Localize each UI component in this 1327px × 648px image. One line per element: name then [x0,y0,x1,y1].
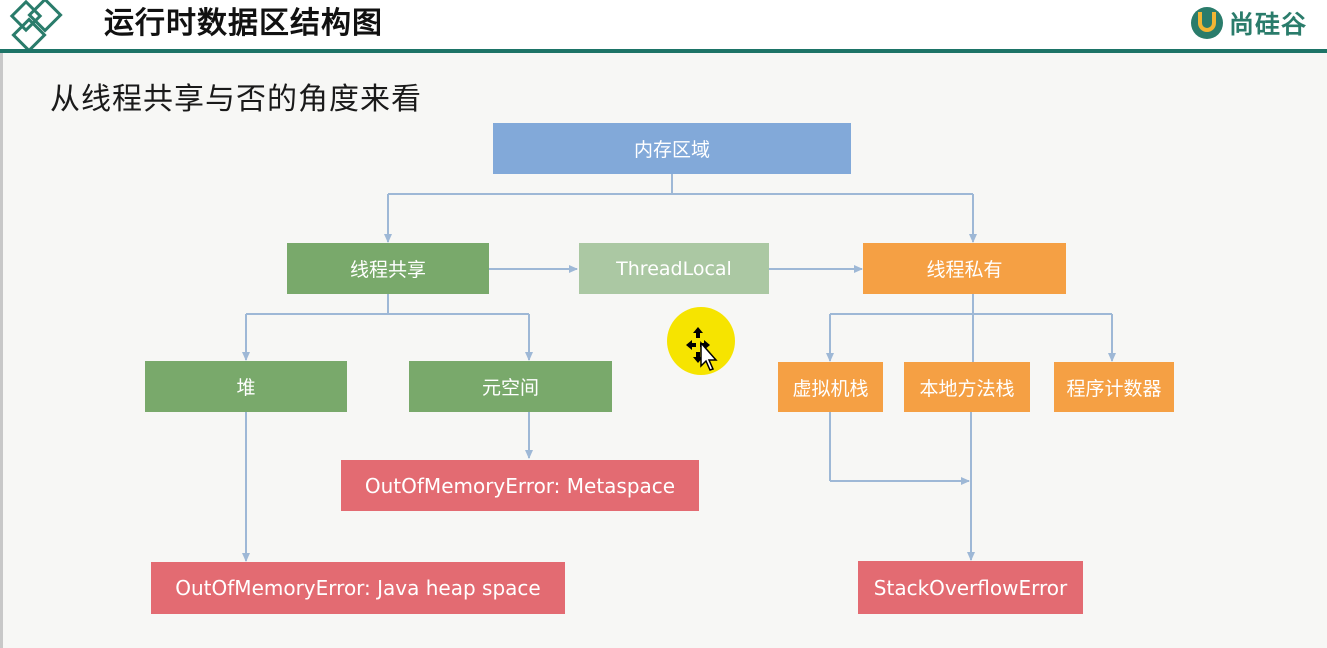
node-oom-heap: OutOfMemoryError: Java heap space [151,562,565,614]
node-heap: 堆 [145,361,347,412]
node-thread-private: 线程私有 [863,243,1066,294]
node-thread-shared: 线程共享 [287,243,489,294]
node-oom-metaspace: OutOfMemoryError: Metaspace [341,460,699,511]
node-pc-register: 程序计数器 [1054,362,1174,412]
node-metaspace: 元空间 [409,361,612,412]
node-native-method-stack: 本地方法栈 [904,362,1030,412]
node-stack-overflow: StackOverflowError [858,561,1083,614]
move-cursor-icon [686,327,718,371]
node-vm-stack: 虚拟机栈 [778,362,883,412]
node-threadlocal: ThreadLocal [579,243,769,294]
node-memory-area: 内存区域 [493,123,851,174]
diagram-connectors [242,174,1116,562]
